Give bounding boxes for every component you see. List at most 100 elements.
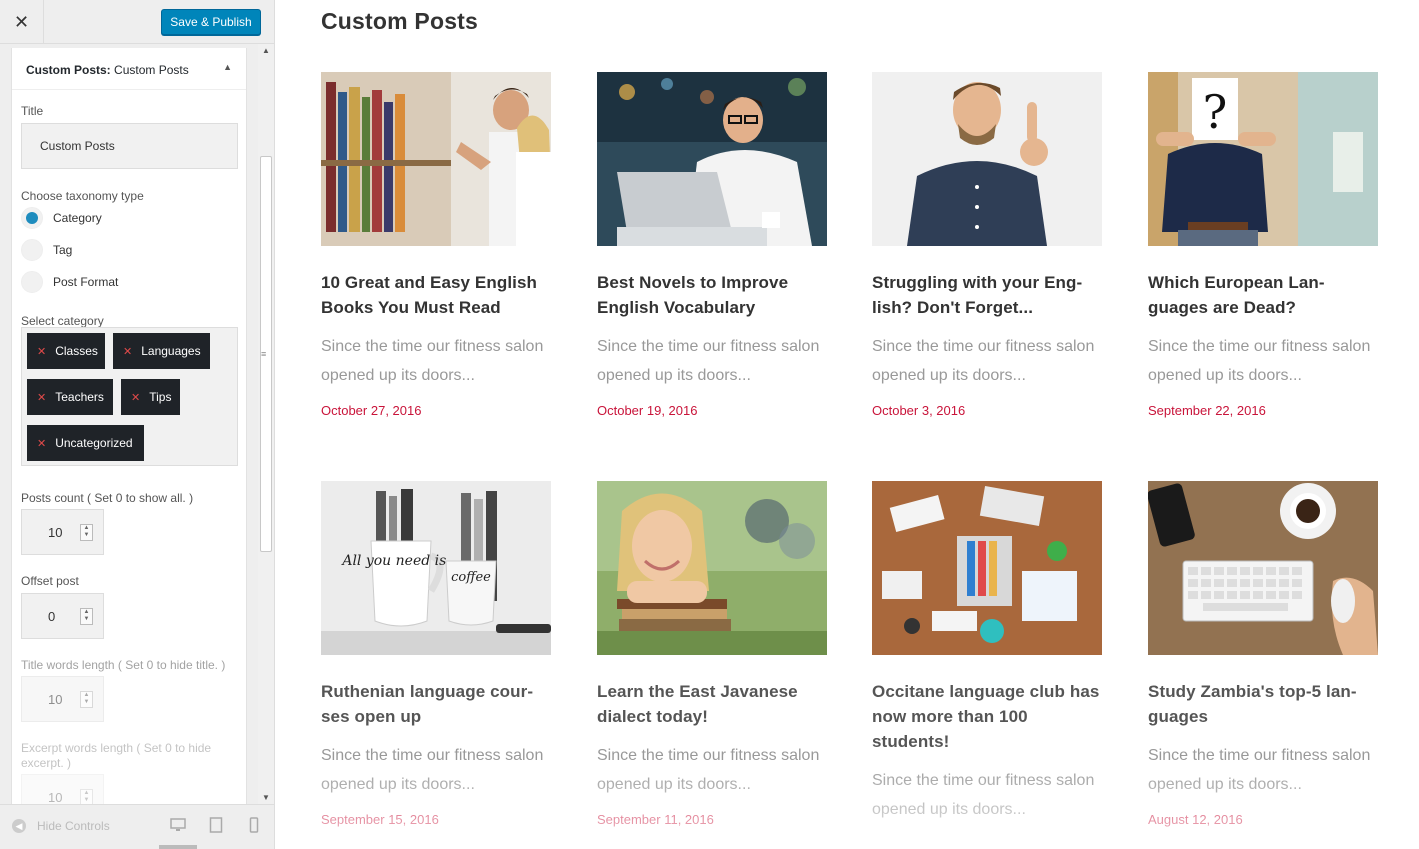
post-image-keyboard-coffee[interactable]: [1148, 481, 1378, 655]
post-date[interactable]: September 11, 2016: [597, 812, 827, 827]
title-words-input[interactable]: 10 ▲ ▼: [21, 676, 104, 722]
chip-uncategorized[interactable]: ✕ Uncategorized: [27, 425, 144, 461]
svg-text:?: ?: [1203, 85, 1228, 139]
radio-tag[interactable]: Tag: [21, 238, 72, 262]
post-card[interactable]: Occitane language club has now more than…: [872, 481, 1102, 837]
post-date[interactable]: September 22, 2016: [1148, 403, 1378, 418]
chip-label: Tips: [149, 390, 172, 404]
post-excerpt: Since the time our fitness salon opened …: [321, 338, 544, 384]
tablet-icon[interactable]: [209, 817, 225, 835]
radio-label: Tag: [53, 243, 73, 257]
chip-classes[interactable]: ✕ Classes: [27, 333, 105, 369]
chip-label: Classes: [55, 344, 98, 358]
chip-languages[interactable]: ✕ Languages: [113, 333, 210, 369]
post-card[interactable]: ? Which European Lan-guages are Dead? Si…: [1148, 72, 1378, 418]
offset-label: Offset post: [21, 574, 79, 588]
sidebar-scrollbar[interactable]: ▲ ≡ ▼: [258, 44, 274, 804]
scroll-up-icon[interactable]: ▲: [262, 46, 270, 55]
mug-text-2: coffee: [451, 570, 491, 585]
collapse-arrow-icon[interactable]: ▲: [223, 62, 232, 72]
custom-posts-section: Custom Posts: Custom Posts ▲ Title Custo…: [11, 48, 247, 804]
radio-unchecked-icon[interactable]: [21, 271, 43, 293]
taxonomy-label: Choose taxonomy type: [21, 189, 144, 203]
chip-label: Languages: [141, 344, 201, 358]
radio-post-format[interactable]: Post Format: [21, 270, 118, 294]
post-image-question-mark-man[interactable]: ?: [1148, 72, 1378, 246]
post-card[interactable]: Struggling with your Eng-lish? Don't For…: [872, 72, 1102, 418]
spinner-icon[interactable]: ▲ ▼: [80, 691, 93, 708]
title-words-value: 10: [48, 691, 63, 707]
close-icon[interactable]: ✕: [0, 0, 44, 44]
save-publish-button[interactable]: Save & Publish: [161, 9, 261, 35]
post-title[interactable]: Learn the East Javanese dialect today!: [597, 679, 827, 729]
remove-icon[interactable]: ✕: [37, 391, 46, 404]
posts-count-label: Posts count ( Set 0 to show all. ): [21, 491, 194, 505]
offset-value: 0: [48, 608, 56, 624]
post-title[interactable]: Best Novels to Improve English Vocabular…: [597, 270, 827, 320]
desktop-icon[interactable]: [170, 817, 186, 835]
post-date[interactable]: September 15, 2016: [321, 812, 551, 827]
post-date[interactable]: October 27, 2016: [321, 403, 551, 418]
chip-tips[interactable]: ✕ Tips: [121, 379, 180, 415]
scroll-down-icon[interactable]: ▼: [262, 793, 270, 802]
section-header[interactable]: Custom Posts: Custom Posts ▲: [12, 48, 246, 90]
chip-teachers[interactable]: ✕ Teachers: [27, 379, 113, 415]
chip-label: Uncategorized: [55, 436, 133, 450]
post-card[interactable]: Best Novels to Improve English Vocabular…: [597, 72, 827, 418]
spinner-icon[interactable]: ▲ ▼: [80, 789, 93, 804]
post-excerpt: Since the time our fitness salon opened …: [321, 747, 544, 793]
excerpt-words-input[interactable]: 10 ▲ ▼: [21, 774, 104, 804]
excerpt-words-value: 10: [48, 789, 63, 805]
post-image-girl-books[interactable]: [597, 481, 827, 655]
post-excerpt: Since the time our fitness salon opened …: [872, 772, 1095, 818]
radio-unchecked-icon[interactable]: [21, 239, 43, 261]
remove-icon[interactable]: ✕: [37, 345, 46, 358]
post-title[interactable]: Ruthenian language cour-ses open up: [321, 679, 551, 729]
radio-category[interactable]: Category: [21, 206, 102, 230]
post-image-man-laptop[interactable]: [597, 72, 827, 246]
controls-panel: Custom Posts: Custom Posts ▲ Title Custo…: [0, 44, 258, 804]
sidebar-header: ✕ Save & Publish: [0, 0, 274, 44]
post-date[interactable]: August 12, 2016: [1148, 812, 1378, 827]
title-words-label: Title words length ( Set 0 to hide title…: [21, 658, 226, 672]
post-title[interactable]: 10 Great and Easy English Books You Must…: [321, 270, 551, 320]
post-card[interactable]: Study Zambia's top-5 lan-guages Since th…: [1148, 481, 1378, 827]
offset-input[interactable]: 0 ▲ ▼: [21, 593, 104, 639]
post-title[interactable]: Occitane language club has now more than…: [872, 679, 1102, 754]
remove-icon[interactable]: ✕: [123, 345, 132, 358]
post-image-team-desk[interactable]: [872, 481, 1102, 655]
post-date[interactable]: October 19, 2016: [597, 403, 827, 418]
sidebar-footer: ◀ Hide Controls: [0, 804, 274, 849]
title-input[interactable]: Custom Posts: [21, 123, 238, 169]
scroll-grip-icon: ≡: [261, 349, 267, 359]
hide-controls-button[interactable]: ◀ Hide Controls: [12, 819, 110, 833]
post-title[interactable]: Which European Lan-guages are Dead?: [1148, 270, 1378, 320]
post-date[interactable]: October 3, 2016: [872, 403, 1102, 418]
post-card[interactable]: 10 Great and Easy English Books You Must…: [321, 72, 551, 418]
radio-checked-icon[interactable]: [21, 207, 43, 229]
mug-text-1: All you need is...: [340, 553, 459, 569]
posts-count-value: 10: [48, 524, 63, 540]
remove-icon[interactable]: ✕: [131, 391, 140, 404]
post-image-coffee-mugs[interactable]: All you need is... coffee: [321, 481, 551, 655]
radio-label: Category: [53, 211, 102, 225]
remove-icon[interactable]: ✕: [37, 437, 46, 450]
customizer-sidebar: ✕ Save & Publish Custom Posts: Custom Po…: [0, 0, 275, 849]
mobile-icon[interactable]: [249, 817, 265, 835]
post-image-man-thinking[interactable]: [872, 72, 1102, 246]
post-image-bookstore-couple[interactable]: [321, 72, 551, 246]
chip-label: Teachers: [55, 390, 104, 404]
post-title[interactable]: Struggling with your Eng-lish? Don't For…: [872, 270, 1102, 320]
title-label: Title: [21, 104, 44, 118]
spinner-icon[interactable]: ▲ ▼: [80, 608, 93, 625]
post-card[interactable]: All you need is... coffee Ruthenian lang…: [321, 481, 551, 827]
section-name: Custom Posts: [114, 63, 189, 77]
spinner-icon[interactable]: ▲ ▼: [80, 524, 93, 541]
radio-label: Post Format: [53, 275, 119, 289]
post-card[interactable]: Learn the East Javanese dialect today! S…: [597, 481, 827, 827]
category-select[interactable]: ✕ Classes ✕ Languages ✕ Teachers ✕ Tips ✕ Unc…: [21, 327, 238, 466]
post-title[interactable]: Study Zambia's top-5 lan-guages: [1148, 679, 1378, 729]
post-excerpt: Since the time our fitness salon opened …: [597, 747, 820, 793]
posts-count-input[interactable]: 10 ▲ ▼: [21, 509, 104, 555]
excerpt-words-label: Excerpt words length ( Set 0 to hide exc…: [21, 741, 212, 770]
